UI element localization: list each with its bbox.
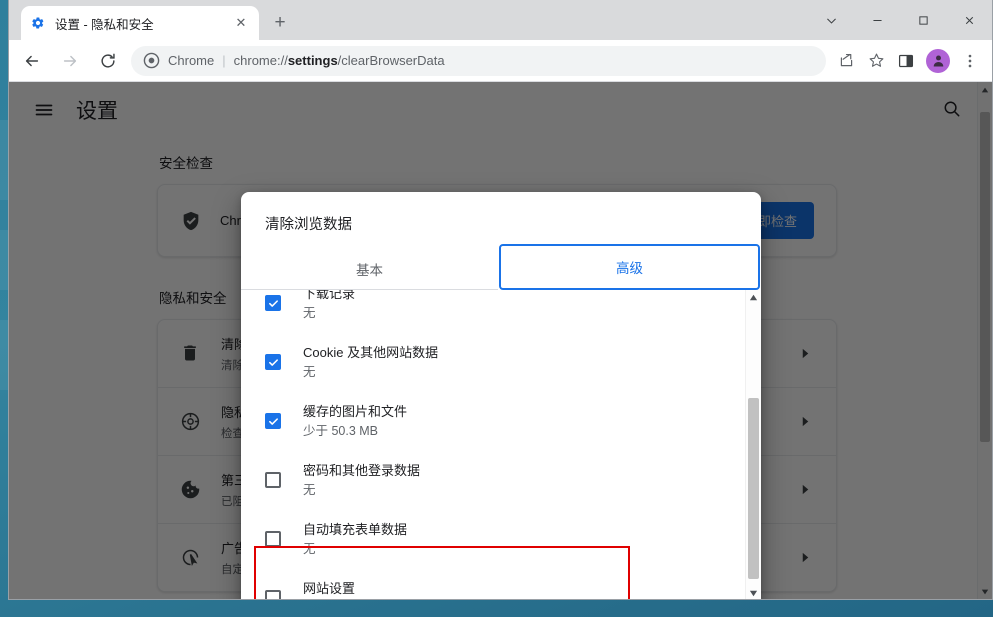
dialog-tabs: 基本 高级 <box>241 244 761 290</box>
browser-tab[interactable]: 设置 - 隐私和安全 ✕ <box>21 6 259 40</box>
checkbox-body: Cookie 及其他网站数据 无 <box>303 343 725 382</box>
page-viewport: 设置 安全检查 Chrom 即检查 隐私和安全 <box>9 82 992 599</box>
browser-toolbar: Chrome | chrome://settings/clearBrowserD… <box>9 40 992 82</box>
address-bar[interactable]: Chrome | chrome://settings/clearBrowserD… <box>131 45 826 76</box>
close-button[interactable] <box>946 0 992 40</box>
browser-menu-icon[interactable] <box>956 47 984 75</box>
checkbox-unchecked-icon[interactable] <box>265 590 281 599</box>
tab-basic[interactable]: 基本 <box>241 248 498 290</box>
omnibox-scheme-label: Chrome <box>168 53 215 68</box>
url-suffix: /clearBrowserData <box>337 53 445 68</box>
url-prefix: chrome:// <box>233 53 288 68</box>
chevron-down-icon[interactable] <box>808 0 854 40</box>
url-bold-part: settings <box>287 53 338 68</box>
tab-strip: 设置 - 隐私和安全 ✕ + <box>9 0 992 40</box>
maximize-button[interactable] <box>900 0 946 40</box>
checkbox-body: 网站设置 无 <box>303 579 725 599</box>
side-panel-icon[interactable] <box>892 47 920 75</box>
checkbox-checked-icon[interactable] <box>265 413 281 429</box>
checkbox-row-site-settings[interactable]: 网站设置 无 <box>241 569 745 599</box>
checkbox-row-autofill[interactable]: 自动填充表单数据 无 <box>241 510 745 569</box>
checkbox-body: 缓存的图片和文件 少于 50.3 MB <box>303 402 725 441</box>
dialog-title: 清除浏览数据 <box>265 217 352 233</box>
checkbox-label: 下载记录 <box>303 290 356 301</box>
data-type-list: 下载记录 无 Cookie 及其他网站数据 无 缓存的图片和文件 少于 50.3… <box>241 290 761 599</box>
checkbox-label: 缓存的图片和文件 <box>303 404 408 419</box>
bookmark-star-icon[interactable] <box>862 47 890 75</box>
window-controls <box>808 0 992 40</box>
settings-gear-icon <box>30 15 46 31</box>
checkbox-unchecked-icon[interactable] <box>265 531 281 547</box>
checkbox-row-cached-images[interactable]: 缓存的图片和文件 少于 50.3 MB <box>241 392 745 451</box>
chrome-logo-icon <box>143 52 160 69</box>
checkbox-row-passwords[interactable]: 密码和其他登录数据 无 <box>241 451 745 510</box>
checkbox-label: 密码和其他登录数据 <box>303 463 421 478</box>
dialog-scroll-down-arrow[interactable] <box>746 586 761 599</box>
omnibox-url: chrome://settings/clearBrowserData <box>234 53 445 68</box>
checkbox-body: 密码和其他登录数据 无 <box>303 461 725 500</box>
tab-title: 设置 - 隐私和安全 <box>55 17 154 32</box>
tab-close-icon[interactable]: ✕ <box>232 14 250 32</box>
new-tab-button[interactable]: + <box>266 9 294 37</box>
checkbox-body: 下载记录 无 <box>303 290 725 323</box>
clear-browsing-data-dialog: 清除浏览数据 基本 高级 下载记录 无 Cookie 及其他网站数据 无 缓存的… <box>241 192 761 599</box>
checkbox-checked-icon[interactable] <box>265 354 281 370</box>
checkbox-sublabel: 无 <box>303 365 316 379</box>
reload-button[interactable] <box>93 46 123 76</box>
checkbox-row-cookies[interactable]: Cookie 及其他网站数据 无 <box>241 333 745 392</box>
checkbox-body: 自动填充表单数据 无 <box>303 520 725 559</box>
omnibox-separator: | <box>222 53 226 68</box>
checkbox-unchecked-icon[interactable] <box>265 472 281 488</box>
checkbox-sublabel: 无 <box>303 542 316 556</box>
dialog-scrollbar[interactable] <box>745 290 761 599</box>
checkbox-label: 自动填充表单数据 <box>303 522 408 537</box>
dialog-scrollbar-thumb[interactable] <box>748 398 759 579</box>
checkbox-label: Cookie 及其他网站数据 <box>303 345 439 360</box>
checkbox-label: 网站设置 <box>303 581 356 596</box>
forward-button[interactable] <box>55 46 85 76</box>
back-button[interactable] <box>17 46 47 76</box>
share-icon[interactable] <box>832 47 860 75</box>
checkbox-sublabel: 无 <box>303 483 316 497</box>
tab-advanced[interactable]: 高级 <box>499 244 760 290</box>
browser-window: 设置 - 隐私和安全 ✕ + Chrome | chrome://setting… <box>8 0 993 600</box>
checkbox-checked-icon[interactable] <box>265 295 281 311</box>
checkbox-sublabel: 无 <box>303 306 316 320</box>
dialog-scroll-up-arrow[interactable] <box>746 290 761 305</box>
avatar[interactable] <box>926 48 950 73</box>
checkbox-sublabel: 少于 50.3 MB <box>303 424 379 438</box>
checkbox-row-download-history[interactable]: 下载记录 无 <box>241 290 745 333</box>
minimize-button[interactable] <box>854 0 900 40</box>
